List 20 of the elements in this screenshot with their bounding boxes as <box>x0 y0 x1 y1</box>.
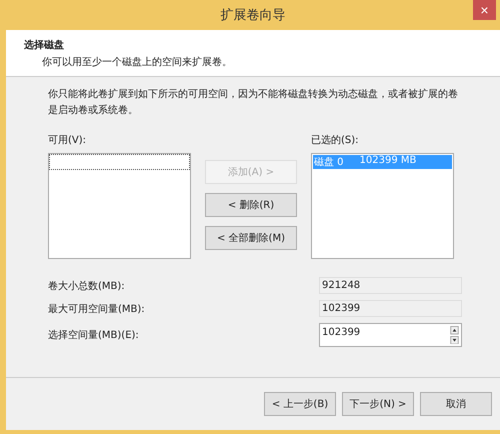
available-label: 可用(V): <box>48 134 88 147</box>
wizard-button[interactable]: < 上一步(B) <box>264 392 336 416</box>
wizard-button[interactable]: 下一步(N) > <box>342 392 414 416</box>
transfer-button[interactable]: < 删除(R) <box>205 193 297 217</box>
transfer-button[interactable]: < 全部删除(M) <box>205 226 297 250</box>
readonly-field: 102399 <box>319 300 462 317</box>
field-label: 选择空间量(MB)(E): <box>48 328 139 342</box>
step-subtitle: 你可以用至少一个磁盘上的空间来扩展卷。 <box>41 56 233 69</box>
wizard-button[interactable]: 取消 <box>420 392 492 416</box>
description-text: 你只能将此卷扩展到如下所示的可用空间，因为不能将磁盘转换为动态磁盘，或者被扩展的卷是启动卷或系统卷。 <box>48 88 459 118</box>
spinner-field[interactable]: 102399 <box>319 323 462 347</box>
field-label: 最大可用空间量(MB): <box>48 302 145 316</box>
step-title: 选择磁盘 <box>24 38 65 52</box>
readonly-field: 921248 <box>319 277 462 294</box>
close-button[interactable]: × <box>473 0 496 20</box>
window-title: 扩展卷向导 <box>220 7 286 24</box>
selected-label: 已选的(S): <box>311 134 360 147</box>
down-arrow-icon[interactable] <box>450 336 459 344</box>
field-label: 卷大小总数(MB): <box>48 280 125 292</box>
up-arrow-icon[interactable] <box>450 326 459 334</box>
